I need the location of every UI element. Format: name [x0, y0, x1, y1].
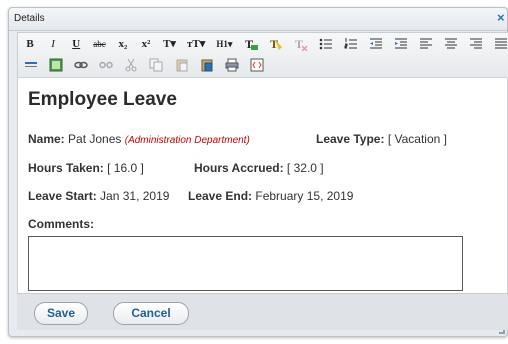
leave-type-line: Leave Type: [ Vacation ] [316, 132, 447, 146]
rich-text-editor: B I U abc x₂ x² T▾ тT▾ H1▾ T T T Employe… [17, 32, 508, 295]
underline-button[interactable]: U [68, 35, 84, 53]
toolbar-row-1: B I U abc x₂ x² T▾ тT▾ H1▾ T T T [22, 35, 508, 55]
dialog-title: Details [14, 13, 45, 24]
unlink-icon[interactable] [97, 56, 115, 74]
hours-taken-value: [ 16.0 ] [107, 161, 144, 175]
indent-icon[interactable] [392, 35, 410, 53]
link-icon[interactable] [72, 56, 90, 74]
page-title: Employee Leave [28, 89, 177, 110]
dialog-titlebar[interactable]: Details × [9, 8, 507, 31]
comments-textarea[interactable] [28, 236, 463, 291]
font-name-button[interactable]: T▾ [161, 35, 178, 53]
editor-content[interactable]: Employee Leave Name: Pat Jones (Administ… [18, 79, 508, 296]
print-icon[interactable] [223, 56, 241, 74]
hours-taken-line: Hours Taken: [ 16.0 ] [28, 161, 144, 175]
paste-icon[interactable] [173, 56, 191, 74]
justify-icon[interactable] [492, 35, 508, 53]
name-line: Name: Pat Jones (Administration Departme… [28, 132, 250, 146]
highlight-color-icon[interactable]: T [267, 35, 285, 53]
clear-format-icon[interactable]: T [292, 35, 310, 53]
paste-word-icon[interactable] [198, 56, 216, 74]
subscript-button[interactable]: x₂ [115, 35, 131, 53]
strikethrough-button[interactable]: abc [91, 35, 108, 53]
hours-taken-label: Hours Taken: [28, 161, 104, 175]
numbered-list-icon[interactable] [342, 35, 360, 53]
font-size-button[interactable]: тT▾ [185, 35, 207, 53]
dialog-footer: Save Cancel [17, 293, 508, 330]
horizontal-rule-icon[interactable] [22, 56, 40, 74]
editor-toolbar: B I U abc x₂ x² T▾ тT▾ H1▾ T T T [18, 33, 508, 78]
leave-end-label: Leave End: [188, 189, 253, 203]
comments-label: Comments: [28, 217, 95, 231]
heading-button[interactable]: H1▾ [214, 35, 234, 53]
align-right-icon[interactable] [467, 35, 485, 53]
bold-button[interactable]: B [22, 35, 38, 53]
superscript-button[interactable]: x² [138, 35, 154, 53]
hours-accrued-value: [ 32.0 ] [286, 161, 324, 175]
toolbar-row-2 [22, 56, 268, 76]
name-label: Name: [28, 132, 65, 146]
leave-end-line: Leave End: February 15, 2019 [188, 189, 353, 203]
cut-icon[interactable] [122, 56, 140, 74]
leave-start-label: Leave Start: [28, 189, 97, 203]
align-center-icon[interactable] [442, 35, 460, 53]
align-left-icon[interactable] [417, 35, 435, 53]
copy-icon[interactable] [147, 56, 165, 74]
bullet-list-icon[interactable] [317, 35, 335, 53]
leave-type-value: [ Vacation ] [387, 132, 447, 146]
svg-text:T: T [295, 37, 303, 51]
leave-start-line: Leave Start: Jan 31, 2019 [28, 189, 169, 203]
hours-accrued-label: Hours Accrued: [194, 161, 284, 175]
department-text: (Administration Department) [124, 135, 250, 146]
leave-start-value: Jan 31, 2019 [100, 189, 170, 203]
leave-type-label: Leave Type: [316, 132, 385, 146]
leave-end-value: February 15, 2019 [255, 189, 354, 203]
image-icon[interactable] [47, 56, 65, 74]
hours-accrued-line: Hours Accrued: [ 32.0 ] [194, 161, 324, 175]
name-value: Pat Jones [68, 132, 122, 146]
italic-button[interactable]: I [45, 35, 61, 53]
cancel-button[interactable]: Cancel [113, 302, 189, 325]
comments-line: Comments: [28, 217, 94, 231]
source-code-icon[interactable] [248, 56, 266, 74]
outdent-icon[interactable] [367, 35, 385, 53]
save-button[interactable]: Save [34, 302, 88, 325]
text-color-icon[interactable]: T [242, 35, 260, 53]
close-icon[interactable]: × [497, 11, 508, 25]
